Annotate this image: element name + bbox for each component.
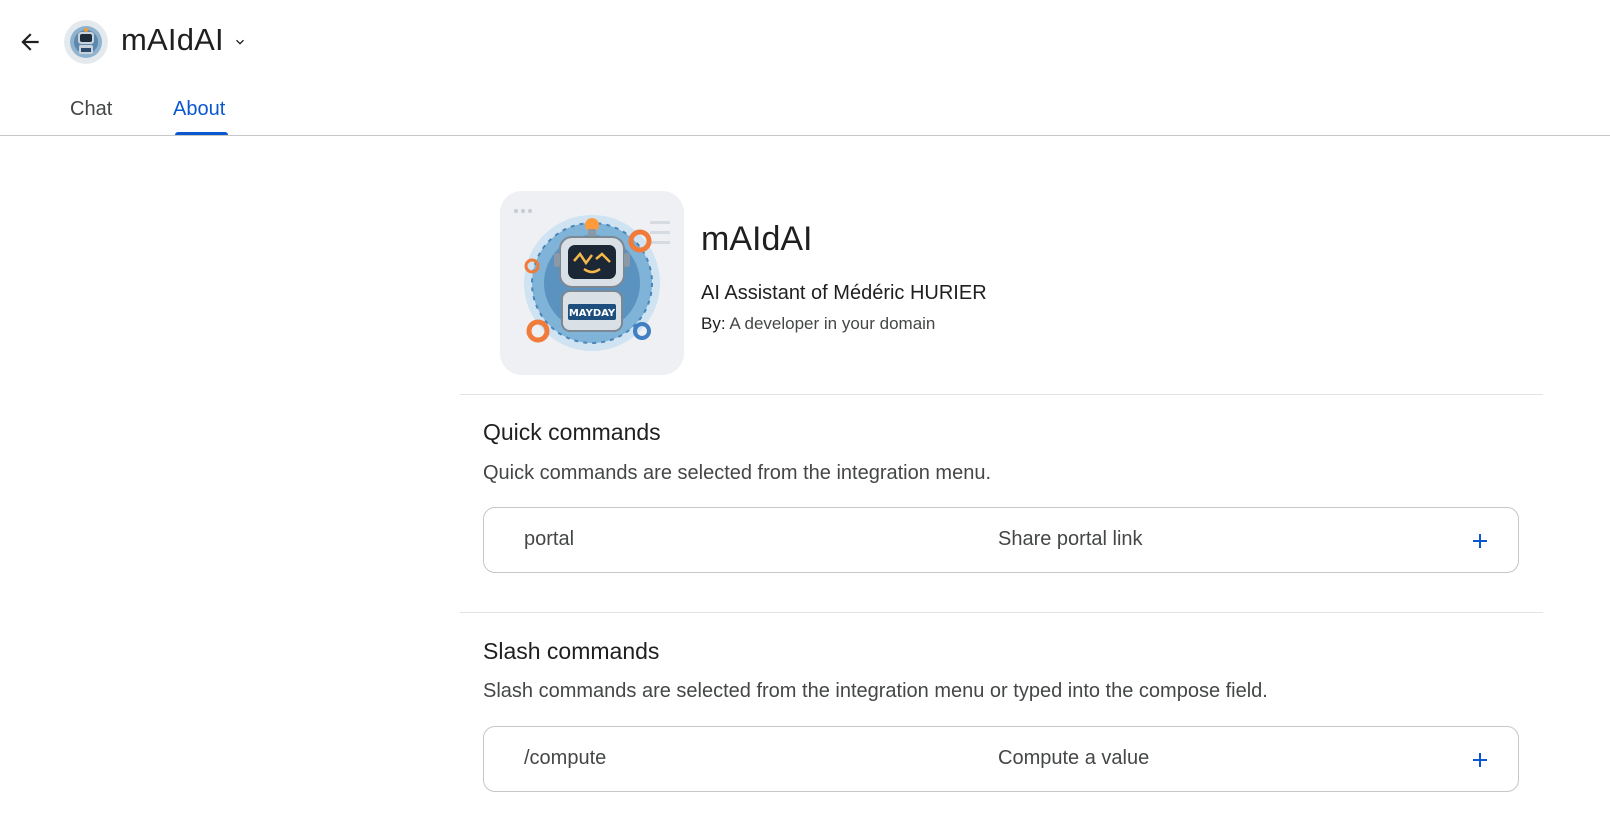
add-command-button[interactable] <box>1464 525 1496 557</box>
app-name: mAIdAI <box>121 22 224 57</box>
avatar <box>64 20 108 64</box>
tab-about[interactable]: About <box>173 98 225 121</box>
by-label: By: <box>701 314 726 333</box>
bot-name: mAIdAI <box>701 220 813 258</box>
bot-developer: By: A developer in your domain <box>701 314 935 334</box>
plus-icon <box>1473 534 1487 548</box>
tab-bar: Chat About <box>0 84 1610 136</box>
arrow-back-icon <box>21 33 39 51</box>
bot-description: AI Assistant of Médéric HURIER <box>701 282 987 304</box>
divider <box>460 394 1543 395</box>
divider <box>460 612 1543 613</box>
top-bar: mAIdAI <box>0 0 1610 84</box>
bot-badge-text: MAYDAY <box>569 308 616 319</box>
active-tab-indicator <box>175 132 228 135</box>
by-value: A developer in your domain <box>729 314 936 333</box>
bot-image: MAYDAY <box>500 191 684 375</box>
slash-commands-title: Slash commands <box>483 638 660 664</box>
command-description: Compute a value <box>998 747 1150 769</box>
slash-commands-description: Slash commands are selected from the int… <box>483 680 1268 702</box>
app-switcher[interactable]: mAIdAI <box>121 22 248 58</box>
back-button[interactable] <box>12 24 48 60</box>
quick-command-row: portal Share portal link <box>483 507 1519 573</box>
tab-chat[interactable]: Chat <box>70 98 112 121</box>
quick-commands-description: Quick commands are selected from the int… <box>483 462 992 484</box>
command-name: /compute <box>524 747 607 769</box>
slash-command-row: /compute Compute a value <box>483 726 1519 792</box>
command-name: portal <box>524 528 575 550</box>
plus-icon <box>1473 753 1487 767</box>
chevron-down-icon <box>235 39 244 45</box>
command-description: Share portal link <box>998 528 1143 550</box>
add-command-button[interactable] <box>1464 744 1496 776</box>
quick-commands-title: Quick commands <box>483 419 661 445</box>
